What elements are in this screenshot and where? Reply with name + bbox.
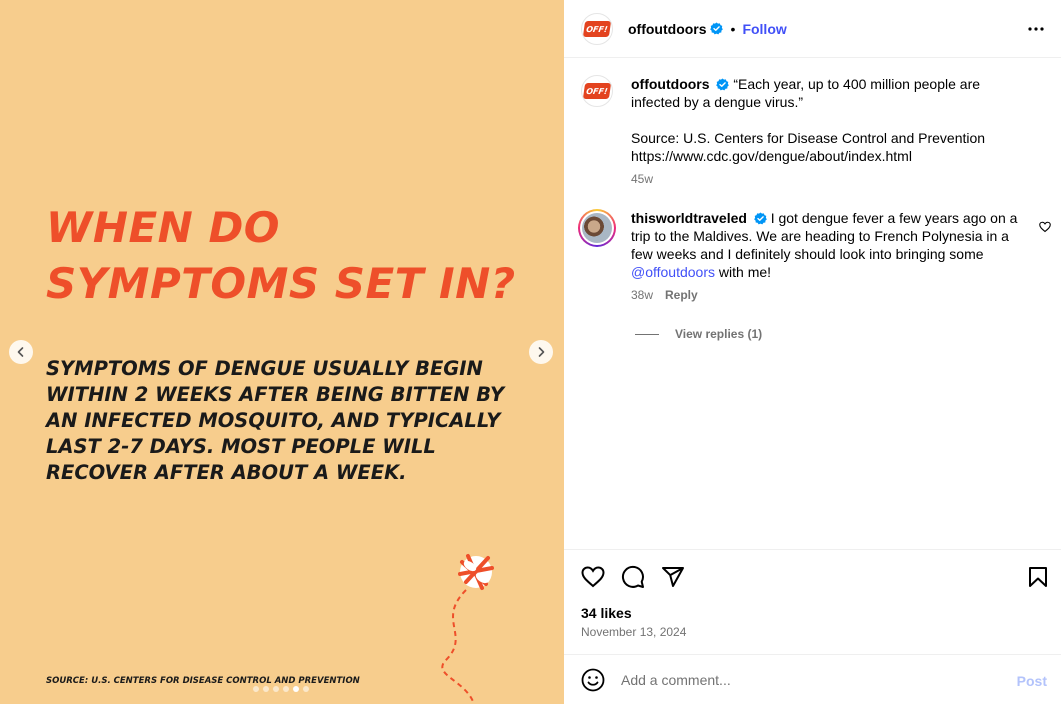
profile-photo bbox=[582, 213, 612, 243]
verified-badge-icon bbox=[716, 78, 730, 91]
off-logo: OFF! bbox=[582, 83, 612, 99]
replies-divider bbox=[635, 333, 659, 335]
post-comment-button[interactable]: Post bbox=[1017, 673, 1047, 689]
emoji-icon[interactable] bbox=[581, 668, 605, 692]
commenter-avatar[interactable] bbox=[578, 209, 616, 247]
chevron-right-icon bbox=[538, 347, 545, 357]
post-caption: OFF! offoutdoors “Each year, up to 400 m… bbox=[581, 75, 1051, 188]
slide-indicator bbox=[253, 686, 309, 692]
slide-dot bbox=[263, 686, 269, 692]
bookmark-icon[interactable] bbox=[1026, 565, 1050, 589]
header-username[interactable]: offoutdoors bbox=[628, 21, 707, 37]
verified-badge-icon bbox=[753, 212, 767, 225]
off-logo: OFF! bbox=[582, 20, 612, 37]
comment-icon[interactable] bbox=[621, 565, 645, 589]
slide-dot bbox=[303, 686, 309, 692]
caption-source: Source: U.S. Centers for Disease Control… bbox=[631, 130, 986, 146]
previous-slide-button[interactable] bbox=[9, 340, 33, 364]
heart-icon[interactable] bbox=[581, 565, 605, 589]
post-sidebar: OFF! offoutdoors • Follow OFF! offoutdoo… bbox=[564, 0, 1061, 704]
chevron-left-icon bbox=[17, 347, 24, 357]
reply-button[interactable]: Reply bbox=[665, 286, 698, 304]
caption-timestamp[interactable]: 45w bbox=[631, 170, 1031, 188]
verified-badge-icon bbox=[709, 22, 723, 35]
view-replies-label: View replies (1) bbox=[675, 327, 763, 341]
post-date[interactable]: November 13, 2024 bbox=[581, 625, 686, 639]
comment-text-end: with me! bbox=[718, 264, 772, 280]
mention-link[interactable]: @offoutdoors bbox=[631, 264, 715, 280]
media-source: Source: U.S. Centers for Disease Control… bbox=[46, 676, 360, 686]
header-separator: • bbox=[730, 20, 736, 37]
slide-dot bbox=[253, 686, 259, 692]
comment-timestamp[interactable]: 38w bbox=[631, 286, 653, 304]
comment-like-icon[interactable] bbox=[1039, 221, 1051, 233]
slide-dot bbox=[273, 686, 279, 692]
media-body-text: Symptoms of dengue usually begin within … bbox=[46, 357, 505, 484]
slide-dot-active bbox=[293, 686, 299, 692]
slide-dot bbox=[283, 686, 289, 692]
mosquito-illustration bbox=[441, 554, 494, 704]
comment-username[interactable]: thisworldtraveled bbox=[631, 210, 747, 226]
add-comment-bar: Post bbox=[564, 654, 1061, 704]
caption-url: https://www.cdc.gov/dengue/about/index.h… bbox=[631, 148, 912, 164]
comment-item: thisworldtraveled I got dengue fever a f… bbox=[578, 209, 1051, 304]
post-header: OFF! offoutdoors • Follow bbox=[564, 0, 1061, 58]
caption-username[interactable]: offoutdoors bbox=[631, 76, 710, 92]
post-actions: 34 likes November 13, 2024 bbox=[564, 549, 1061, 654]
follow-button[interactable]: Follow bbox=[742, 21, 786, 37]
media-headline: When do symptoms set in? bbox=[46, 203, 516, 308]
next-slide-button[interactable] bbox=[529, 340, 553, 364]
view-replies-button[interactable]: View replies (1) bbox=[635, 327, 762, 341]
avatar[interactable]: OFF! bbox=[581, 12, 613, 45]
comment-input[interactable] bbox=[621, 671, 1001, 688]
more-options-icon[interactable] bbox=[1027, 20, 1045, 38]
likes-count[interactable]: 34 likes bbox=[581, 605, 632, 621]
share-icon[interactable] bbox=[661, 565, 685, 589]
comments-section[interactable]: OFF! offoutdoors “Each year, up to 400 m… bbox=[564, 59, 1061, 549]
post-media: When do symptoms set in? Symptoms of den… bbox=[0, 0, 564, 704]
avatar[interactable]: OFF! bbox=[581, 75, 613, 107]
